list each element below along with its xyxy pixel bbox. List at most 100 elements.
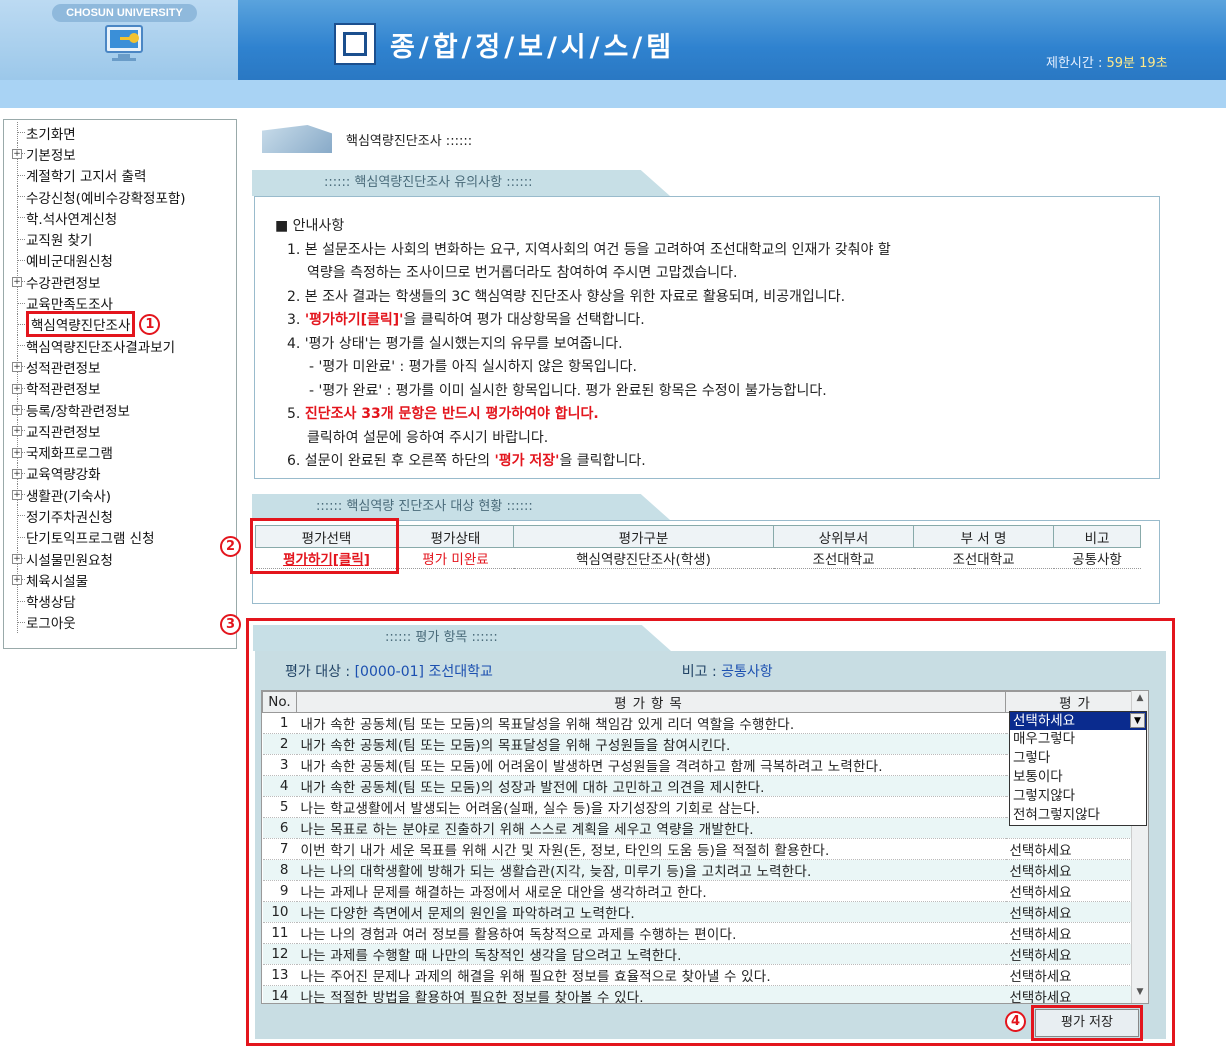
- sidebar-item[interactable]: + 등록/장학관련정보: [10, 399, 236, 420]
- sidebar-item[interactable]: + 학적관련정보: [10, 377, 236, 399]
- table-row: 14 나는 적절한 방법을 활용하여 필요한 정보를 찾아볼 수 있다. 선택하세요: [262, 985, 1148, 1003]
- highlight-box-4: [1031, 1005, 1143, 1041]
- sidebar-item-label: 단기토익프로그램 신청: [26, 531, 155, 548]
- sidebar-item[interactable]: 교직원 찾기: [10, 228, 236, 250]
- eval-question: 나는 학교생활에서 발생되는 어려움(실패, 실수 등)을 자기성장의 기회로 …: [296, 796, 1006, 818]
- sidebar-item[interactable]: 학.석사연계신청: [10, 207, 236, 229]
- tree-line: [10, 164, 26, 186]
- expand-plus-icon[interactable]: +: [12, 554, 22, 565]
- table-row: 13 나는 주어진 문제나 과제의 해결을 위해 필요한 정보를 효율적으로 찾아…: [262, 964, 1148, 986]
- sidebar-item-label: 예비군대원신청: [26, 254, 113, 271]
- expand-plus-icon[interactable]: +: [12, 149, 22, 160]
- sidebar-item[interactable]: + 수강관련정보: [10, 271, 236, 293]
- col-eval-score: 평가: [1005, 691, 1148, 713]
- rating-select-value: 선택하세요: [1013, 713, 1076, 729]
- sidebar-item[interactable]: + 시설물민원요청: [10, 548, 236, 570]
- expand-plus-icon[interactable]: +: [12, 383, 22, 394]
- row-number: 5: [262, 796, 297, 818]
- rating-option-5[interactable]: 전혀그렇지않다: [1010, 806, 1146, 825]
- sidebar-item[interactable]: 예비군대원신청: [10, 249, 236, 271]
- rating-option-2[interactable]: 그렇다: [1010, 749, 1146, 768]
- notice-line-6-text: 6. 설문이 완료된 후 오른쪽 하단의: [287, 453, 495, 469]
- rating-select-current[interactable]: 선택하세요 ▼: [1010, 712, 1146, 730]
- tree-line: [10, 505, 26, 527]
- sidebar-item[interactable]: 핵심역량진단조사결과보기: [10, 335, 236, 357]
- row-number: 14: [262, 985, 297, 1003]
- sidebar-item[interactable]: 로그아웃: [10, 611, 236, 633]
- rating-select[interactable]: 선택하세요: [1005, 880, 1148, 902]
- notice-line-4b: - '평가 완료' : 평가를 이미 실시한 항목입니다. 평가 완료된 항목은…: [309, 382, 827, 399]
- rating-select[interactable]: 선택하세요: [1005, 859, 1148, 881]
- notice-line-4a: - '평가 미완료' : 평가를 아직 실시하지 않은 항목입니다.: [309, 359, 637, 375]
- sidebar-item[interactable]: 정기주차권신청: [10, 505, 236, 527]
- rating-select[interactable]: 선택하세요: [1005, 922, 1148, 944]
- sidebar-item-label: 수강신청(예비수강확정포함): [26, 190, 186, 207]
- tree-line: [10, 292, 26, 314]
- tree-line: +: [10, 548, 26, 570]
- rating-option-4[interactable]: 그렇지않다: [1010, 787, 1146, 806]
- scroll-down-icon[interactable]: ▼: [1134, 987, 1146, 1001]
- eval-question: 이번 학기 내가 세운 목표를 위해 시간 및 자원(돈, 정보, 타인의 도움…: [296, 838, 1006, 860]
- rating-option-1[interactable]: 매우그렇다: [1010, 730, 1146, 749]
- sidebar-item-label: 교직원 찾기: [26, 233, 93, 250]
- app-title: 종/합/정/보/시/스/템: [390, 31, 676, 63]
- sidebar-item[interactable]: + 체육시설물: [10, 569, 236, 591]
- table-row: 11 나는 나의 경험과 여러 정보를 활용하여 독창적으로 과제를 수행하는 편…: [262, 922, 1148, 944]
- app-title-group: 종/합/정/보/시/스/템: [334, 22, 675, 66]
- evaluation-section: :::::: 평가 항목 :::::: 평가 대상 : [0000-01] 조선…: [246, 618, 1175, 1046]
- rating-option-3[interactable]: 보통이다: [1010, 768, 1146, 787]
- chevron-down-icon[interactable]: ▼: [1130, 713, 1145, 728]
- sidebar-item-label: 시설물민원요청: [26, 552, 113, 569]
- tree-line: +: [10, 377, 26, 399]
- rating-select[interactable]: 선택하세요: [1005, 985, 1148, 1003]
- sidebar-nav: 초기화면 + 기본정보 계절학기 고지서 출력수강신청(예비수강확정포함) 학.석사연계…: [3, 119, 237, 649]
- sidebar-item[interactable]: + 교직관련정보: [10, 420, 236, 442]
- scroll-up-icon[interactable]: ▲: [1134, 693, 1146, 707]
- tree-line: [10, 313, 26, 335]
- tree-line: [10, 249, 26, 271]
- rating-select[interactable]: 선택하세요: [1005, 964, 1148, 986]
- row-number: 7: [262, 838, 297, 860]
- sidebar-item[interactable]: 핵심역량진단조사 1: [10, 311, 236, 338]
- notice-line-5-num: 5.: [287, 406, 305, 422]
- expand-plus-icon[interactable]: +: [12, 426, 22, 437]
- sidebar-item[interactable]: + 국제화프로그램: [10, 441, 236, 463]
- status-band: :::::: 핵심역량 진단조사 대상 현황 ::::::: [252, 494, 670, 520]
- callout-1: 1: [139, 313, 161, 335]
- sidebar-item[interactable]: 초기화면: [10, 122, 236, 144]
- sidebar-item-label: 등록/장학관련정보: [26, 403, 130, 420]
- rating-select[interactable]: 선택하세요: [1005, 838, 1148, 860]
- expand-plus-icon[interactable]: +: [12, 447, 22, 458]
- eval-question: 나는 적절한 방법을 활용하여 필요한 정보를 찾아볼 수 있다.: [296, 985, 1006, 1003]
- expand-plus-icon[interactable]: +: [12, 405, 22, 415]
- expand-plus-icon[interactable]: +: [12, 490, 22, 501]
- rating-select[interactable]: 선택하세요: [1005, 943, 1148, 965]
- expand-plus-icon[interactable]: +: [12, 277, 22, 288]
- sidebar-item[interactable]: + 생활관(기숙사): [10, 484, 236, 506]
- expand-plus-icon[interactable]: +: [12, 468, 22, 479]
- sidebar-item[interactable]: 단기토익프로그램 신청: [10, 526, 236, 548]
- expand-plus-icon[interactable]: +: [12, 575, 22, 586]
- sub-bar: [0, 80, 1226, 108]
- sidebar-item[interactable]: + 교육역량강화: [10, 462, 236, 484]
- sidebar-item-label: 생활관(기숙사): [26, 488, 112, 505]
- col-parent-dept: 상위부서: [773, 525, 914, 548]
- tree-line: +: [10, 356, 26, 378]
- sidebar-item[interactable]: + 기본정보: [10, 143, 236, 165]
- sidebar-item[interactable]: 학생상담: [10, 590, 236, 612]
- notice-line-6-em: '평가 저장': [494, 453, 560, 469]
- tree-line: +: [10, 420, 26, 442]
- tree-line: +: [10, 143, 26, 165]
- row-number: 4: [262, 775, 297, 797]
- page-header: 핵심역량진단조사 ::::::: [262, 124, 472, 154]
- expand-plus-icon[interactable]: +: [12, 362, 22, 373]
- rating-select[interactable]: 선택하세요: [1005, 901, 1148, 923]
- sidebar-item[interactable]: 계절학기 고지서 출력: [10, 164, 236, 186]
- university-logo: CHOSUN UNIVERSITY: [52, 4, 197, 22]
- sidebar-item[interactable]: + 성적관련정보: [10, 356, 236, 378]
- rating-dropdown-open[interactable]: 선택하세요 ▼ 매우그렇다 그렇다 보통이다 그렇지않다 전혀그렇지않다: [1009, 711, 1147, 826]
- sidebar-item[interactable]: 수강신청(예비수강확정포함): [10, 186, 236, 208]
- eval-panel: 평가 대상 : [0000-01] 조선대학교 비고 : 공통사항 No. 평가…: [255, 651, 1166, 1041]
- notice-panel: ■ 안내사항 1. 본 설문조사는 사회의 변화하는 요구, 지역사회의 여건 …: [254, 196, 1160, 479]
- row-number: 8: [262, 859, 297, 881]
